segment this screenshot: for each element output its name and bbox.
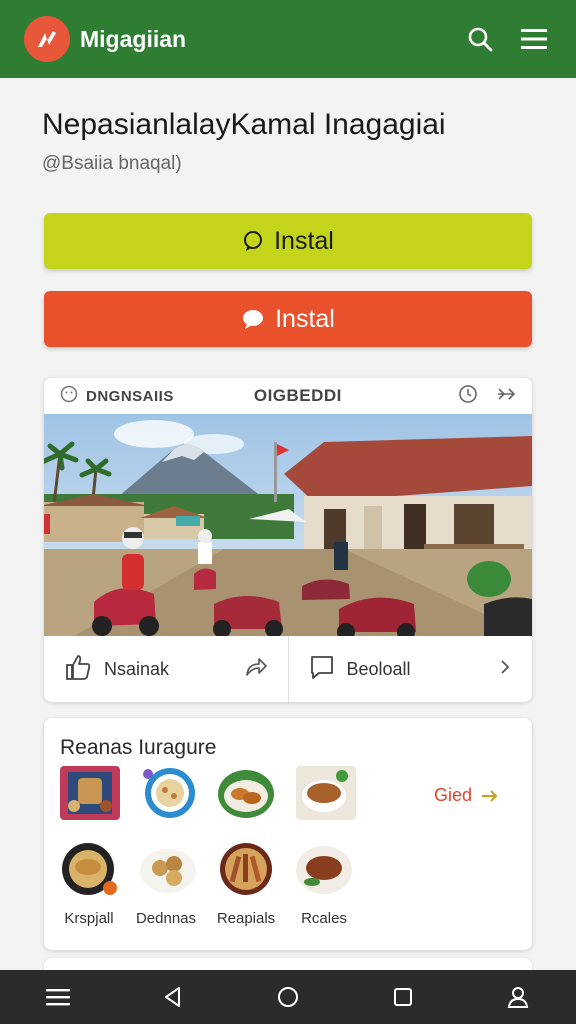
chat-bubble-icon <box>242 230 264 252</box>
comment-label: Beoloall <box>346 658 411 679</box>
hamburger-menu-icon[interactable] <box>516 21 552 57</box>
home-icon[interactable] <box>268 977 308 1017</box>
share-arrow-icon[interactable] <box>496 385 518 407</box>
like-label: Nsainak <box>104 658 170 679</box>
install-button-primary[interactable]: Instal <box>44 213 532 269</box>
recents-icon[interactable] <box>383 977 423 1017</box>
search-icon[interactable] <box>462 21 498 57</box>
app-title: Migagiian <box>80 25 187 52</box>
comment-icon <box>309 654 335 685</box>
install-button-primary-label: Instal <box>274 226 334 255</box>
food-thumb-2[interactable] <box>140 766 200 820</box>
post-actions: Nsainak Beoloall <box>44 636 532 702</box>
arrow-right-icon <box>480 788 500 804</box>
food-thumb-3[interactable] <box>216 766 276 820</box>
thumbs-up-icon <box>64 653 92 686</box>
like-action[interactable]: Nsainak <box>44 636 288 702</box>
food-thumb-7[interactable] <box>216 842 276 896</box>
food-section-title: Reanas Iuragure <box>60 736 217 759</box>
back-icon[interactable] <box>153 977 193 1017</box>
post-location: OIGBEDDI <box>253 386 342 405</box>
smiley-icon <box>60 385 78 407</box>
install-button-secondary[interactable]: Instal <box>44 291 532 347</box>
page-subtitle: @Bsaiia bnaqal) <box>42 153 182 174</box>
post-header: DNGNSAIIS OIGBEDDI <box>44 378 532 414</box>
see-more-link[interactable]: Gied <box>434 785 500 806</box>
leaf-logo-icon[interactable] <box>24 16 70 62</box>
comment-action[interactable]: Beoloall <box>287 636 533 702</box>
menu-icon[interactable] <box>38 977 78 1017</box>
food-thumb-6[interactable] <box>138 842 198 896</box>
food-label-2: Dednnas <box>135 910 197 927</box>
food-label-3: Reapials <box>216 910 276 927</box>
chevron-right-icon[interactable] <box>498 658 512 681</box>
village-street-photo <box>44 414 532 636</box>
chat-bubble-icon <box>241 308 265 330</box>
profile-icon[interactable] <box>498 977 538 1017</box>
share-icon[interactable] <box>244 656 268 683</box>
see-more-label: Gied <box>434 785 473 805</box>
food-thumb-1[interactable] <box>60 766 120 820</box>
app-bar: Migagiian <box>0 0 576 78</box>
system-nav-bar <box>0 970 576 1024</box>
food-thumb-4[interactable] <box>296 766 356 820</box>
food-thumb-8[interactable] <box>294 842 354 896</box>
food-label-4: Rcales <box>301 910 347 927</box>
food-thumb-5[interactable] <box>60 842 120 896</box>
post-author: DNGNSAIIS <box>86 387 174 405</box>
page-title: NepasianlalayKamal Inagagiai <box>42 108 446 141</box>
install-button-secondary-label: Instal <box>275 304 335 333</box>
post-card: DNGNSAIIS OIGBEDDI Nsainak Beoloall <box>44 378 532 702</box>
food-card: Reanas Iuragure Gied Krspjall Dednnas Re… <box>44 718 532 950</box>
clock-icon[interactable] <box>458 384 478 408</box>
